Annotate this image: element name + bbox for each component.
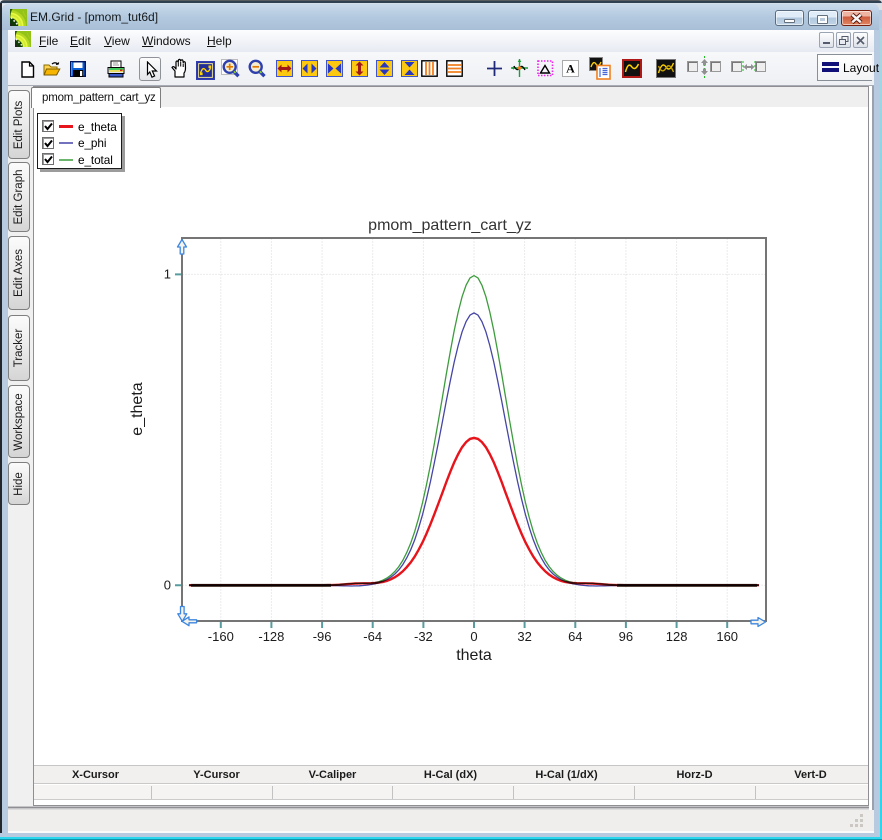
svg-text:32: 32 <box>517 629 531 644</box>
svg-text:-32: -32 <box>414 629 433 644</box>
svg-text:-64: -64 <box>363 629 382 644</box>
svg-text:0: 0 <box>470 629 477 644</box>
svg-text:96: 96 <box>619 629 633 644</box>
svg-text:-160: -160 <box>208 629 234 644</box>
svg-text:160: 160 <box>716 629 738 644</box>
svg-text:pmom_pattern_cart_yz: pmom_pattern_cart_yz <box>368 217 532 234</box>
svg-text:-128: -128 <box>258 629 284 644</box>
svg-text:-96: -96 <box>313 629 332 644</box>
svg-text:e_theta: e_theta <box>129 382 146 435</box>
svg-text:64: 64 <box>568 629 582 644</box>
svg-text:0: 0 <box>164 577 171 592</box>
svg-text:128: 128 <box>666 629 688 644</box>
svg-text:1: 1 <box>164 267 171 282</box>
svg-text:theta: theta <box>456 647 492 664</box>
